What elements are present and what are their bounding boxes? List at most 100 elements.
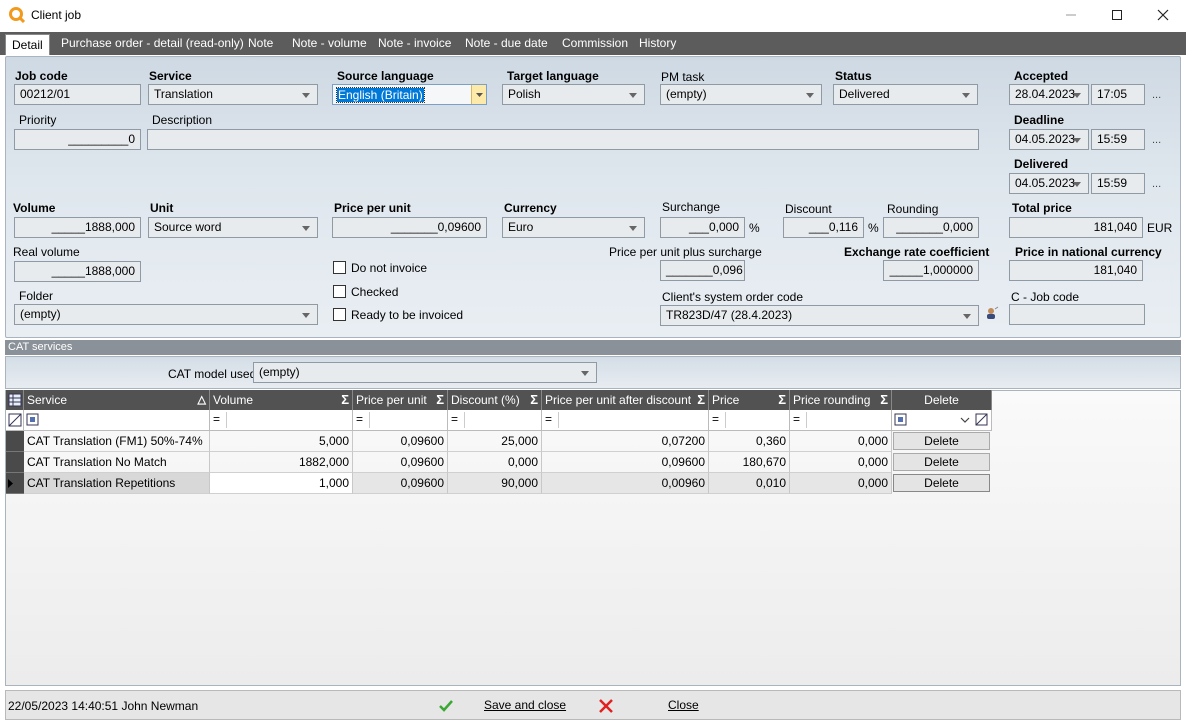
close-window-button[interactable] (1140, 0, 1186, 31)
delivered-date-picker[interactable]: 04.05.2023 (1009, 173, 1089, 194)
price-per-unit-field[interactable]: _______0,09600 (332, 217, 487, 238)
ready-to-invoice-checkbox[interactable] (333, 308, 346, 321)
delete-row-button[interactable]: Delete (893, 453, 990, 471)
cell-volume[interactable]: 1,000 (210, 473, 353, 494)
cell-ppu-after-discount[interactable]: 0,07200 (542, 431, 709, 452)
filter-price[interactable]: = (709, 410, 790, 431)
filter-price-per-unit[interactable]: = (353, 410, 448, 431)
delivered-time-field[interactable]: 15:59 (1091, 173, 1145, 194)
save-and-close-button[interactable]: Save and close (438, 697, 568, 715)
priority-field[interactable]: _________0 (14, 129, 141, 150)
pm-task-dropdown[interactable]: (empty) (660, 84, 822, 105)
price-national-field[interactable]: 181,040 (1009, 260, 1143, 281)
deadline-more-button[interactable]: ... (1152, 134, 1161, 146)
folder-dropdown[interactable]: (empty) (14, 304, 318, 325)
total-price-field[interactable]: 181,040 (1009, 217, 1143, 238)
column-header-price-per-unit[interactable]: Price per unit Σ (353, 390, 448, 410)
tab-note[interactable]: Note (242, 32, 279, 55)
delete-row-button[interactable]: Delete (893, 432, 990, 450)
cell-volume[interactable]: 1882,000 (210, 452, 353, 473)
accepted-date-picker[interactable]: 28.04.2023 (1009, 84, 1089, 105)
chevron-down-icon[interactable] (958, 413, 972, 427)
row-indicator-current[interactable] (6, 473, 24, 494)
cell-ppu-after-discount[interactable]: 0,09600 (542, 452, 709, 473)
column-header-service[interactable]: Service △ (24, 390, 210, 410)
row-indicator[interactable] (6, 452, 24, 473)
cell-volume[interactable]: 5,000 (210, 431, 353, 452)
filter-volume[interactable]: = (210, 410, 353, 431)
checked-checkbox[interactable] (333, 285, 346, 298)
total-price-currency: EUR (1147, 221, 1173, 235)
surcharge-field[interactable]: ___0,000 (660, 217, 745, 238)
filter-delete[interactable] (892, 410, 992, 431)
cell-price-rounding[interactable]: 0,000 (790, 452, 892, 473)
currency-dropdown[interactable]: Euro (502, 217, 645, 238)
description-field[interactable] (147, 129, 979, 150)
filter-service[interactable] (24, 410, 210, 431)
cell-price[interactable]: 0,010 (709, 473, 790, 494)
cell-service[interactable]: CAT Translation No Match (24, 452, 210, 473)
column-header-price-rounding[interactable]: Price rounding Σ (790, 390, 892, 410)
delivered-more-button[interactable]: ... (1152, 178, 1161, 190)
filter-clear-icon[interactable] (975, 413, 989, 427)
cell-discount[interactable]: 25,000 (448, 431, 542, 452)
column-header-ppu-after-discount[interactable]: Price per unit after discount Σ (542, 390, 709, 410)
maximize-button[interactable] (1094, 0, 1140, 31)
tab-note-invoice[interactable]: Note - invoice (372, 32, 457, 55)
cell-price-per-unit[interactable]: 0,09600 (353, 473, 448, 494)
filter-ppu-after-discount[interactable]: = (542, 410, 709, 431)
do-not-invoice-checkbox[interactable] (333, 261, 346, 274)
cell-price[interactable]: 0,360 (709, 431, 790, 452)
service-dropdown[interactable]: Translation (148, 84, 318, 105)
source-language-arrow-button[interactable] (471, 85, 486, 104)
column-header-volume[interactable]: Volume Σ (210, 390, 353, 410)
grid-column-chooser[interactable] (6, 390, 24, 410)
real-volume-field[interactable]: _____1888,000 (14, 261, 141, 282)
cell-price-per-unit[interactable]: 0,09600 (353, 431, 448, 452)
job-code-field[interactable]: 00212/01 (14, 84, 141, 105)
deadline-time-field[interactable]: 15:59 (1091, 129, 1145, 150)
filter-price-rounding[interactable]: = (790, 410, 892, 431)
target-language-dropdown[interactable]: Polish (502, 84, 645, 105)
column-header-discount[interactable]: Discount (%) Σ (448, 390, 542, 410)
cell-price-rounding[interactable]: 0,000 (790, 431, 892, 452)
status-dropdown[interactable]: Delivered (833, 84, 978, 105)
cat-model-dropdown[interactable]: (empty) (253, 362, 597, 383)
tab-note-volume[interactable]: Note - volume (286, 32, 373, 55)
filter-discount[interactable]: = (448, 410, 542, 431)
unit-dropdown[interactable]: Source word (148, 217, 318, 238)
deadline-date-picker[interactable]: 04.05.2023 (1009, 129, 1089, 150)
close-button[interactable]: Close (598, 697, 699, 715)
client-contact-icon[interactable] (985, 306, 999, 320)
cell-ppu-after-discount[interactable]: 0,00960 (542, 473, 709, 494)
cell-price-per-unit[interactable]: 0,09600 (353, 452, 448, 473)
source-language-value: English (Britain) (336, 87, 425, 103)
tab-note-due-date[interactable]: Note - due date (459, 32, 554, 55)
delete-row-button[interactable]: Delete (893, 474, 990, 492)
accepted-time-field[interactable]: 17:05 (1091, 84, 1145, 105)
rounding-field[interactable]: _______0,000 (883, 217, 979, 238)
tab-commission[interactable]: Commission (556, 32, 634, 55)
column-header-price[interactable]: Price Σ (709, 390, 790, 410)
filter-clear-cell[interactable] (6, 410, 24, 431)
column-header-delete[interactable]: Delete (892, 390, 992, 410)
cell-discount[interactable]: 90,000 (448, 473, 542, 494)
volume-field[interactable]: _____1888,000 (14, 217, 141, 238)
cell-service[interactable]: CAT Translation (FM1) 50%-74% (24, 431, 210, 452)
row-indicator[interactable] (6, 431, 24, 452)
exchange-rate-field[interactable]: _____1,000000 (883, 260, 979, 281)
tab-detail[interactable]: Detail (5, 34, 50, 55)
tab-purchase-order[interactable]: Purchase order - detail (read-only) (55, 32, 250, 55)
tab-history[interactable]: History (633, 32, 682, 55)
cell-price-rounding[interactable]: 0,000 (790, 473, 892, 494)
cell-service[interactable]: CAT Translation Repetitions (24, 473, 210, 494)
minimize-button[interactable] (1048, 0, 1094, 31)
c-job-code-field[interactable] (1009, 304, 1145, 325)
cell-price[interactable]: 180,670 (709, 452, 790, 473)
price-plus-surcharge-field[interactable]: _______0,096 (660, 260, 745, 281)
client-order-code-dropdown[interactable]: TR823D/47 (28.4.2023) (660, 305, 979, 326)
cell-discount[interactable]: 0,000 (448, 452, 542, 473)
source-language-dropdown[interactable]: English (Britain) (332, 84, 487, 105)
discount-field[interactable]: ___0,116 (783, 217, 864, 238)
accepted-more-button[interactable]: ... (1152, 89, 1161, 101)
